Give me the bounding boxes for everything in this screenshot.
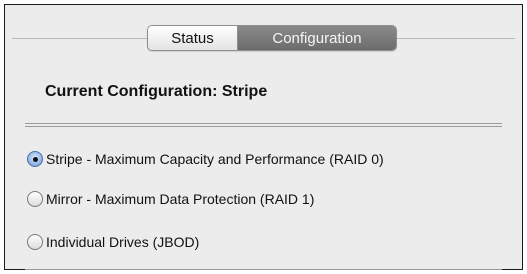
window-frame: Status Configuration Current Configurati… — [0, 0, 527, 274]
bottom-divider — [25, 269, 502, 270]
radio-mirror[interactable] — [27, 191, 43, 207]
tab-bar: Status Configuration — [147, 25, 397, 51]
raid-option-jbod-label: Individual Drives (JBOD) — [46, 234, 200, 250]
radio-selected-dot — [33, 157, 38, 162]
tab-status[interactable]: Status — [148, 26, 238, 50]
raid-settings-panel: Status Configuration Current Configurati… — [4, 4, 523, 270]
radio-stripe[interactable] — [27, 151, 43, 167]
raid-option-stripe-label: Stripe - Maximum Capacity and Performanc… — [46, 151, 384, 167]
raid-option-jbod[interactable]: Individual Drives (JBOD) — [27, 234, 199, 250]
raid-option-stripe[interactable]: Stripe - Maximum Capacity and Performanc… — [27, 151, 384, 167]
section-divider — [25, 123, 502, 127]
tab-configuration[interactable]: Configuration — [238, 26, 396, 50]
current-configuration-title: Current Configuration: Stripe — [45, 83, 268, 100]
raid-option-mirror[interactable]: Mirror - Maximum Data Protection (RAID 1… — [27, 191, 314, 207]
radio-jbod[interactable] — [27, 234, 43, 250]
raid-option-mirror-label: Mirror - Maximum Data Protection (RAID 1… — [46, 191, 315, 207]
